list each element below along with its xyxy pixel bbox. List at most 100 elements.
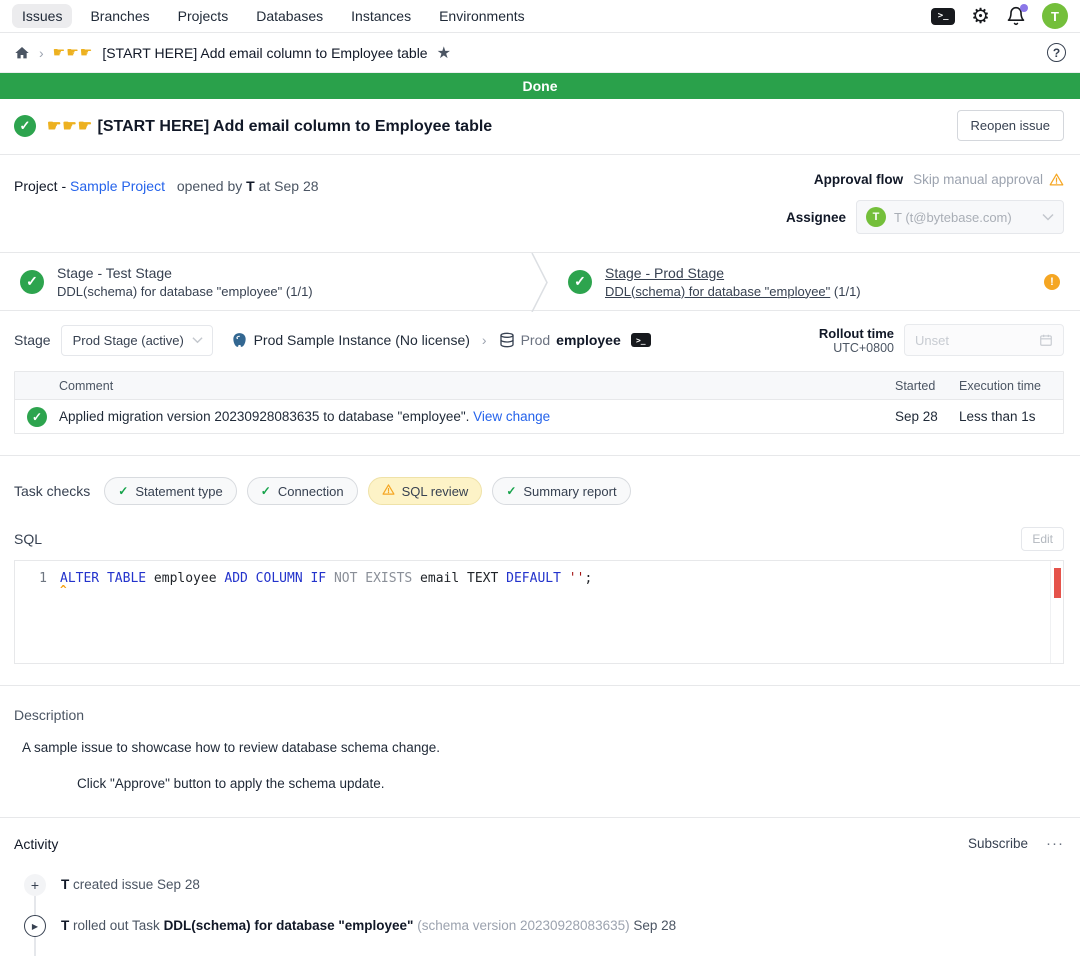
nav-items: Issues Branches Projects Databases Instances…	[12, 4, 535, 28]
opened-suffix: at Sep 28	[259, 178, 319, 194]
sql-editor-icon[interactable]: >_	[931, 8, 955, 25]
activity-icon-col: ▶	[24, 915, 46, 956]
task-check-statement-type[interactable]: ✓Statement type	[104, 477, 237, 505]
stage-count: (1/1)	[830, 284, 860, 299]
stage-alert-icon[interactable]: !	[1044, 274, 1060, 290]
instance-name[interactable]: Prod Sample Instance (No license)	[254, 332, 470, 348]
activity-timeline: + T created issue Sep 28 ▶ T rolled out Tas…	[24, 874, 1064, 957]
approval-flow-value: Skip manual approval	[913, 172, 1064, 187]
table-header: Comment Started Execution time	[15, 372, 1063, 400]
database-icon	[499, 332, 515, 348]
opened-prefix: opened by	[177, 178, 242, 194]
activity-segment: T	[61, 918, 69, 933]
sql-token: DEFAULT	[506, 571, 569, 586]
help-icon[interactable]: ?	[1047, 43, 1066, 62]
home-icon[interactable]	[14, 45, 30, 61]
stage-task: DDL(schema) for database "employee"	[57, 284, 282, 299]
row-status-cell: ✓	[15, 407, 59, 427]
sql-token: IF	[310, 571, 333, 586]
activity-segment: rolled out Task	[69, 918, 163, 933]
assignee-name: T (t@bytebase.com)	[894, 210, 1034, 225]
breadcrumb-separator: ›	[39, 45, 44, 61]
db-environment: Prod	[521, 332, 551, 348]
sql-editor[interactable]: 1 ALTER TABLE employee ADD COLUMN IF NOT…	[14, 560, 1064, 664]
task-run-table: Comment Started Execution time ✓Applied …	[14, 371, 1064, 434]
pointing-hands-icon: ☛☛☛	[47, 118, 93, 135]
db-name[interactable]: employee	[556, 332, 621, 348]
nav-item-instances[interactable]: Instances	[341, 4, 421, 28]
stage-card-stage-prod-stage[interactable]: ✓Stage - Prod StageDDL(schema) for datab…	[540, 253, 1080, 310]
task-check-label: SQL review	[402, 484, 469, 499]
header-started: Started	[895, 379, 959, 393]
bell-icon[interactable]	[1006, 6, 1026, 26]
task-check-sql-review[interactable]: SQL review	[368, 477, 483, 505]
edit-sql-button[interactable]: Edit	[1021, 527, 1064, 551]
sql-line-1: 1 ALTER TABLE employee ADD COLUMN IF NOT…	[15, 571, 1063, 586]
opener-name: T	[246, 178, 255, 194]
stage-subtitle: DDL(schema) for database "employee" (1/1…	[57, 284, 313, 299]
nav-item-branches[interactable]: Branches	[80, 4, 159, 28]
sql-token: ADD COLUMN	[224, 571, 310, 586]
more-actions-icon[interactable]: ···	[1046, 835, 1064, 852]
description-section: Description A sample issue to showcase h…	[0, 686, 1080, 817]
activity-segment: created issue Sep 28	[69, 877, 200, 892]
rollout-time: Rollout time UTC+0800 Unset	[819, 324, 1064, 356]
warning-triangle-icon	[1049, 172, 1064, 187]
calendar-icon	[1039, 333, 1053, 347]
nav-item-environments[interactable]: Environments	[429, 4, 535, 28]
nav-item-issues[interactable]: Issues	[12, 4, 72, 28]
project-info: Project - Sample Project opened by T at …	[14, 172, 319, 252]
nav-item-databases[interactable]: Databases	[246, 4, 333, 28]
issue-title-text: [START HERE] Add email column to Employe…	[97, 118, 492, 135]
activity-section: Activity Subscribe ··· +T created issue …	[0, 818, 1080, 957]
breadcrumb-title[interactable]: [START HERE] Add email column to Employe…	[102, 45, 427, 61]
stage-select[interactable]: Prod Stage (active)	[61, 325, 213, 356]
timeline-connector	[34, 937, 36, 956]
pointing-hands-icon: ☛☛☛	[53, 44, 94, 61]
table-row: ✓Applied migration version 2023092808363…	[15, 400, 1063, 433]
check-icon: ✓	[261, 484, 271, 498]
assignee-avatar: T	[866, 207, 886, 227]
assignee-select[interactable]: T T (t@bytebase.com)	[856, 200, 1064, 234]
sql-token: email	[420, 571, 467, 586]
stage-title: Stage - Prod Stage	[605, 265, 861, 281]
comment-text: Applied migration version 20230928083635…	[59, 409, 473, 424]
chevron-separator: ›	[482, 332, 487, 348]
editor-scrollbar[interactable]	[1050, 561, 1063, 663]
activity-text: T created issue Sep 28	[61, 874, 200, 892]
stage-text: Stage - Prod StageDDL(schema) for databa…	[605, 265, 861, 299]
row-comment: Applied migration version 20230928083635…	[59, 409, 895, 424]
view-change-link[interactable]: View change	[473, 409, 550, 424]
instance-info: Prod Sample Instance (No license)	[231, 332, 470, 349]
check-icon: ✓	[506, 484, 516, 498]
stage-title: Stage - Test Stage	[57, 265, 313, 281]
breadcrumb: › ☛☛☛ [START HERE] Add email column to E…	[0, 33, 1080, 73]
star-icon[interactable]: ★	[437, 43, 451, 63]
lint-marker: ^	[60, 586, 1063, 594]
description-body: A sample issue to showcase how to review…	[14, 740, 1066, 791]
task-check-connection[interactable]: ✓Connection	[247, 477, 358, 505]
project-dash: -	[61, 178, 66, 194]
open-sql-editor-icon[interactable]: >_	[631, 333, 651, 347]
chevron-down-icon	[192, 336, 203, 344]
header-comment: Comment	[59, 379, 895, 393]
user-avatar[interactable]: T	[1042, 3, 1068, 29]
task-check-label: Summary report	[523, 484, 616, 499]
table-body: ✓Applied migration version 2023092808363…	[15, 400, 1063, 433]
sql-token: ALTER TABLE	[60, 571, 154, 586]
gear-icon[interactable]: ⚙	[971, 6, 990, 27]
header-execution-time: Execution time	[959, 379, 1063, 393]
activity-segment: (schema version 20230928083635)	[413, 918, 629, 933]
activity-icon-col: +	[24, 874, 46, 915]
rollout-time-input[interactable]: Unset	[904, 324, 1064, 356]
subscribe-button[interactable]: Subscribe	[968, 836, 1028, 851]
task-check-summary-report[interactable]: ✓ Summary report	[492, 477, 630, 505]
reopen-issue-button[interactable]: Reopen issue	[957, 110, 1065, 141]
sql-token: ''	[569, 571, 585, 586]
nav-item-projects[interactable]: Projects	[168, 4, 239, 28]
stage-count: (1/1)	[282, 284, 312, 299]
project-link[interactable]: Sample Project	[70, 178, 165, 194]
stage-card-stage-test-stage[interactable]: ✓Stage - Test StageDDL(schema) for datab…	[0, 253, 540, 310]
description-line: A sample issue to showcase how to review…	[14, 740, 1066, 755]
status-banner: Done	[0, 73, 1080, 99]
